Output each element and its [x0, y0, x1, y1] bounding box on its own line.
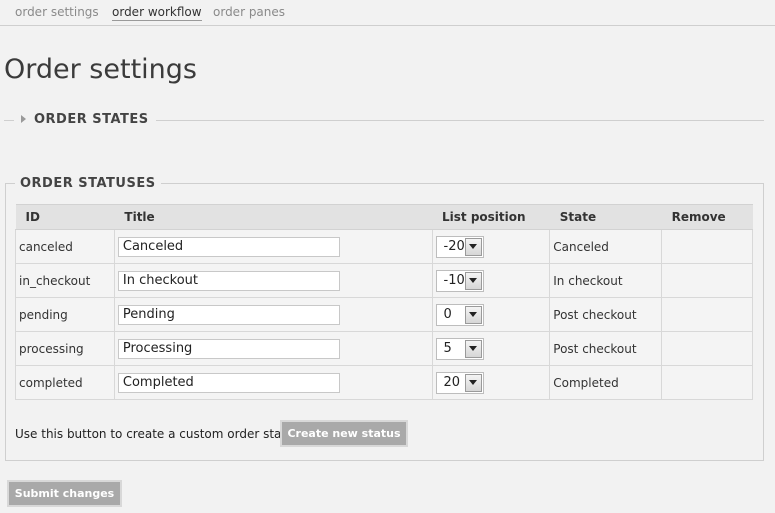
remove-cell — [661, 297, 753, 332]
list-position-select[interactable]: -20 — [435, 235, 484, 258]
list-position-value: 5 — [443, 341, 452, 356]
tab-order-workflow[interactable]: order workflow — [112, 5, 202, 21]
table-row: in_checkout In checkout -10 In checkout — [15, 263, 753, 298]
divider — [4, 120, 14, 121]
table-row: processing Processing 5 Post checkout — [15, 331, 753, 366]
list-position-select[interactable]: 20 — [435, 371, 484, 394]
chevron-down-icon[interactable] — [464, 339, 482, 358]
status-id: processing — [15, 331, 115, 366]
status-id: pending — [15, 297, 115, 332]
column-header-list-position: List position — [432, 204, 550, 230]
list-position-select[interactable]: -10 — [435, 269, 484, 292]
table-row: pending Pending 0 Post checkout — [15, 297, 753, 332]
chevron-down-icon[interactable] — [464, 237, 482, 256]
order-statuses-legend: ORDER STATUSES — [15, 176, 161, 191]
divider — [156, 120, 764, 121]
table-row: canceled Canceled -20 Canceled — [15, 229, 753, 264]
list-position-value: -10 — [443, 273, 465, 288]
status-title-input[interactable]: Completed — [117, 372, 340, 393]
triangle-right-icon[interactable] — [21, 115, 26, 123]
status-state: Canceled — [549, 229, 663, 264]
tab-order-settings[interactable]: order settings — [15, 5, 99, 19]
list-position-value: 20 — [443, 375, 461, 390]
order-states-legend[interactable]: ORDER STATES — [34, 112, 149, 127]
remove-cell — [661, 229, 753, 264]
status-state: Completed — [549, 365, 663, 400]
chevron-down-icon[interactable] — [464, 373, 482, 392]
table-header-row: ID Title List position State Remove — [15, 204, 753, 230]
status-id: canceled — [15, 229, 115, 264]
status-state: In checkout — [549, 263, 663, 298]
order-statuses-table: ID Title List position State Remove canc… — [15, 204, 753, 400]
remove-cell — [661, 263, 753, 298]
tab-order-panes[interactable]: order panes — [213, 5, 285, 19]
remove-cell — [661, 365, 753, 400]
submit-changes-button[interactable]: Submit changes — [7, 480, 122, 507]
status-id: completed — [15, 365, 115, 400]
status-state: Post checkout — [549, 297, 663, 332]
order-states-fieldset[interactable]: ORDER STATES — [4, 112, 764, 132]
list-position-value: 0 — [443, 307, 452, 322]
list-position-select[interactable]: 0 — [435, 303, 484, 326]
page-title: Order settings — [4, 54, 197, 85]
create-status-note: Use this button to create a custom order… — [15, 427, 305, 441]
create-new-status-button[interactable]: Create new status — [280, 420, 408, 447]
list-position-select[interactable]: 5 — [435, 337, 484, 360]
column-header-title: Title — [114, 204, 432, 230]
chevron-down-icon[interactable] — [464, 271, 482, 290]
tab-bar: order settings order workflow order pane… — [0, 0, 775, 26]
list-position-value: -20 — [443, 239, 465, 254]
status-title-input[interactable]: Processing — [117, 338, 340, 359]
status-title-input[interactable]: Pending — [117, 304, 340, 325]
column-header-remove: Remove — [661, 204, 753, 230]
status-id: in_checkout — [15, 263, 115, 298]
status-title-input[interactable]: Canceled — [117, 236, 340, 257]
status-state: Post checkout — [549, 331, 663, 366]
column-header-state: State — [549, 204, 662, 230]
remove-cell — [661, 331, 753, 366]
table-row: completed Completed 20 Completed — [15, 365, 753, 400]
chevron-down-icon[interactable] — [464, 305, 482, 324]
status-title-input[interactable]: In checkout — [117, 270, 340, 291]
column-header-id: ID — [15, 204, 115, 230]
